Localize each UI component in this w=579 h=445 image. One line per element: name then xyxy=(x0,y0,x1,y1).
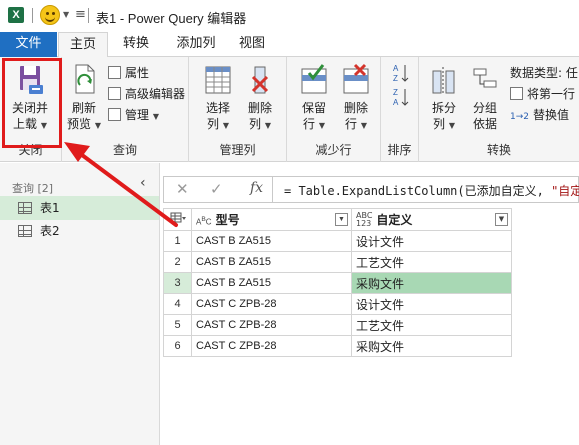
annotation-arrow xyxy=(64,142,178,227)
